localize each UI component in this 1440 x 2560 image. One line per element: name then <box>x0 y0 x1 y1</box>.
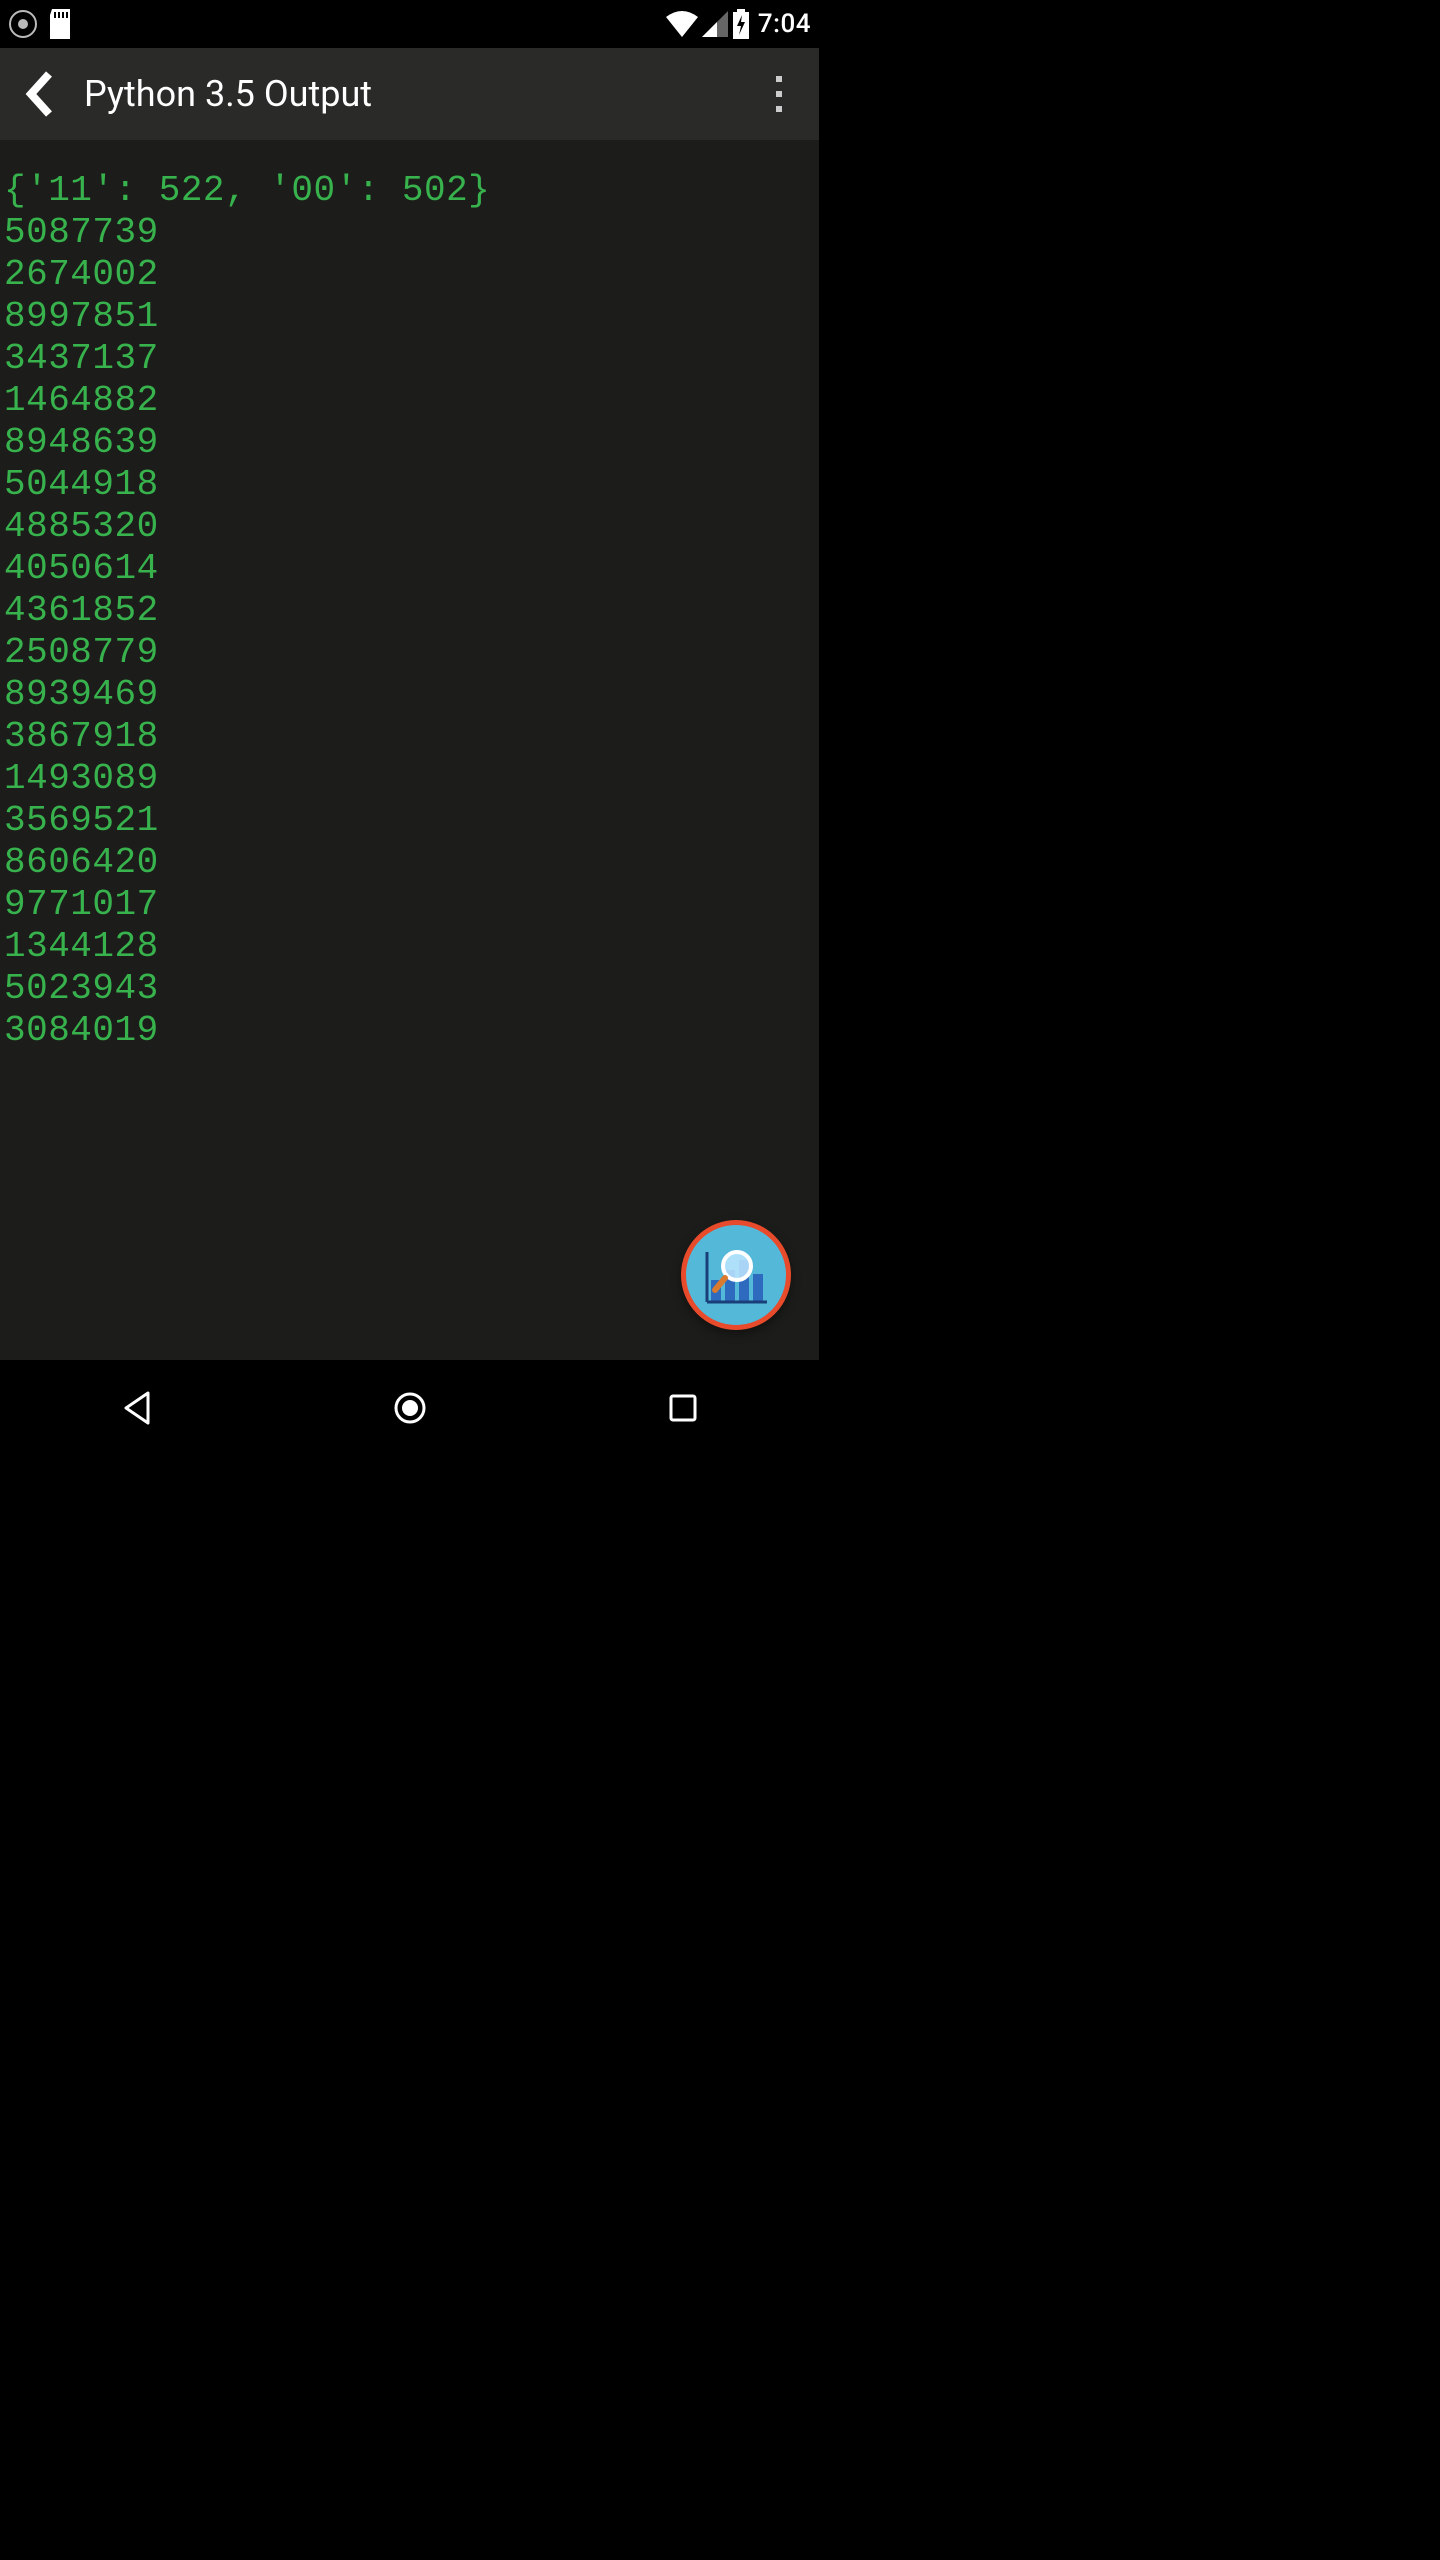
sd-card-icon <box>48 9 72 39</box>
battery-charging-icon <box>732 9 750 39</box>
nav-recent-icon <box>668 1393 698 1423</box>
nav-back-icon <box>118 1389 156 1427</box>
status-bar: 7:04 <box>0 0 819 48</box>
nav-recent-button[interactable] <box>643 1384 723 1432</box>
nav-home-icon <box>393 1391 427 1425</box>
app-running-icon <box>8 9 38 39</box>
cell-signal-icon <box>702 11 728 37</box>
toolbar-title: Python 3.5 Output <box>84 73 755 115</box>
nav-back-button[interactable] <box>97 1384 177 1432</box>
app-toolbar: Python 3.5 Output <box>0 48 819 140</box>
wifi-icon <box>666 11 698 37</box>
back-button[interactable] <box>16 70 64 118</box>
overflow-menu-icon <box>774 74 784 114</box>
chart-magnify-icon <box>701 1240 771 1310</box>
overflow-button[interactable] <box>755 70 803 118</box>
chart-fab-button[interactable] <box>681 1220 791 1330</box>
nav-home-button[interactable] <box>370 1384 450 1432</box>
status-time: 7:04 <box>758 9 811 39</box>
output-text: {'11': 522, '00': 502} 5087739 2674002 8… <box>4 170 815 1052</box>
status-right: 7:04 <box>666 9 811 39</box>
navigation-bar <box>0 1360 819 1456</box>
back-arrow-icon <box>23 70 57 118</box>
output-area[interactable]: {'11': 522, '00': 502} 5087739 2674002 8… <box>0 140 819 1360</box>
status-left <box>8 9 72 39</box>
